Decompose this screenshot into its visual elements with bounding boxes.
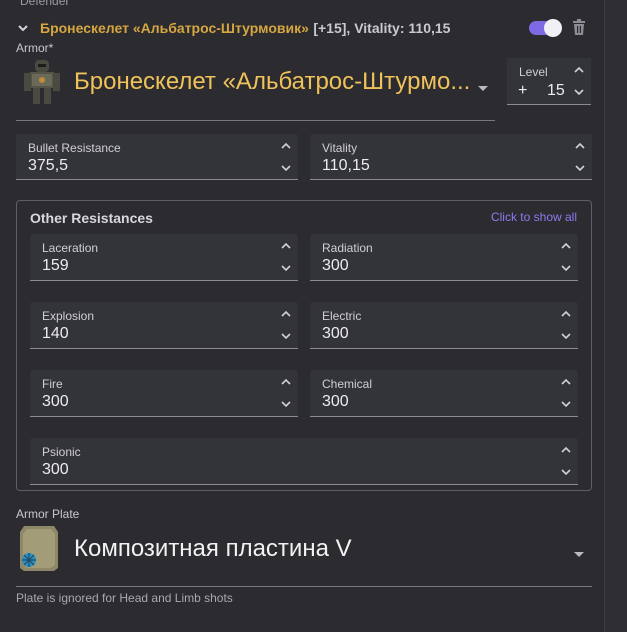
chevron-up-icon[interactable] xyxy=(280,310,292,318)
chevron-down-icon[interactable] xyxy=(280,332,292,340)
vitality-value[interactable]: 110,15 xyxy=(322,157,370,175)
chevron-down-icon[interactable] xyxy=(574,552,584,557)
trash-icon[interactable] xyxy=(572,19,586,35)
chevron-up-icon[interactable] xyxy=(560,310,572,318)
header-armor-title: Бронескелет «Альбатрос-Штурмовик» xyxy=(40,20,309,36)
armor-exoskeleton-image xyxy=(24,60,60,104)
chevron-up-icon[interactable] xyxy=(560,446,572,454)
chevron-down-icon[interactable] xyxy=(560,332,572,340)
laceration-field[interactable]: Laceration 159 xyxy=(30,234,298,281)
defender-panel: Defender Бронескелет «Альбатрос-Штурмови… xyxy=(0,0,605,632)
psionic-field[interactable]: Psionic 300 xyxy=(30,438,578,485)
chevron-down-icon[interactable] xyxy=(574,164,586,172)
fire-value[interactable]: 300 xyxy=(42,393,69,411)
defender-header[interactable]: Бронескелет «Альбатрос-Штурмовик» [+15],… xyxy=(16,15,596,41)
electric-label: Electric xyxy=(322,309,362,323)
bullet-resistance-label: Bullet Resistance xyxy=(28,141,121,155)
header-level-vitality: [+15], Vitality: 110,15 xyxy=(313,20,451,36)
bullet-resistance-value[interactable]: 375,5 xyxy=(28,157,68,175)
explosion-field[interactable]: Explosion 140 xyxy=(30,302,298,349)
electric-value[interactable]: 300 xyxy=(322,325,349,343)
chevron-down-icon[interactable] xyxy=(280,164,292,172)
toggle-knob xyxy=(544,19,562,37)
chevron-down-icon[interactable] xyxy=(573,88,585,96)
vitality-label: Vitality xyxy=(322,141,358,155)
radiation-value[interactable]: 300 xyxy=(322,257,349,275)
armor-plate-image xyxy=(20,526,58,571)
radiation-field[interactable]: Radiation 300 xyxy=(310,234,578,281)
chevron-down-icon[interactable] xyxy=(560,468,572,476)
section-label: Defender xyxy=(20,0,70,8)
chevron-down-icon[interactable] xyxy=(560,400,572,408)
chevron-down-icon[interactable] xyxy=(280,400,292,408)
other-resistances-box: Other Resistances Click to show all Lace… xyxy=(16,200,592,491)
chevron-up-icon[interactable] xyxy=(280,142,292,150)
level-value[interactable]: 15 xyxy=(547,82,565,100)
vitality-field[interactable]: Vitality 110,15 xyxy=(310,134,592,180)
armor-select[interactable]: Бронескелет «Альбатрос-Штурмо... xyxy=(16,56,495,121)
chevron-down-icon[interactable] xyxy=(280,264,292,272)
fire-field[interactable]: Fire 300 xyxy=(30,370,298,417)
chevron-up-icon[interactable] xyxy=(574,142,586,150)
psionic-label: Psionic xyxy=(42,445,81,459)
show-all-link[interactable]: Click to show all xyxy=(491,210,577,224)
chevron-up-icon[interactable] xyxy=(573,66,585,74)
armor-plate-name: Композитная пластина V xyxy=(74,535,352,562)
plate-hint-text: Plate is ignored for Head and Limb shots xyxy=(16,591,233,605)
explosion-label: Explosion xyxy=(42,309,95,323)
enable-toggle[interactable] xyxy=(529,19,562,37)
electric-field[interactable]: Electric 300 xyxy=(310,302,578,349)
chevron-up-icon[interactable] xyxy=(280,378,292,386)
level-label: Level xyxy=(519,65,548,79)
chemical-label: Chemical xyxy=(322,377,373,391)
chemical-value[interactable]: 300 xyxy=(322,393,349,411)
level-prefix: + xyxy=(518,82,528,99)
level-stepper[interactable]: Level + 15 xyxy=(507,58,591,105)
chevron-down-icon[interactable] xyxy=(16,21,30,35)
armor-plate-select[interactable]: Композитная пластина V xyxy=(16,522,592,587)
bullet-resistance-field[interactable]: Bullet Resistance 375,5 xyxy=(16,134,298,180)
chevron-up-icon[interactable] xyxy=(560,242,572,250)
radiation-label: Radiation xyxy=(322,241,373,255)
fire-label: Fire xyxy=(42,377,63,391)
chevron-down-icon[interactable] xyxy=(560,264,572,272)
armor-name: Бронескелет «Альбатрос-Штурмо... xyxy=(74,68,471,95)
psionic-value[interactable]: 300 xyxy=(42,461,69,479)
chevron-down-icon[interactable] xyxy=(478,86,488,91)
laceration-value[interactable]: 159 xyxy=(42,257,69,275)
chemical-field[interactable]: Chemical 300 xyxy=(310,370,578,417)
other-resistances-title: Other Resistances xyxy=(30,210,153,226)
armor-label: Armor* xyxy=(16,41,54,55)
explosion-value[interactable]: 140 xyxy=(42,325,69,343)
chevron-up-icon[interactable] xyxy=(560,378,572,386)
scrollbar-track[interactable] xyxy=(605,0,627,632)
armor-plate-label: Armor Plate xyxy=(16,507,80,521)
laceration-label: Laceration xyxy=(42,241,99,255)
chevron-up-icon[interactable] xyxy=(280,242,292,250)
